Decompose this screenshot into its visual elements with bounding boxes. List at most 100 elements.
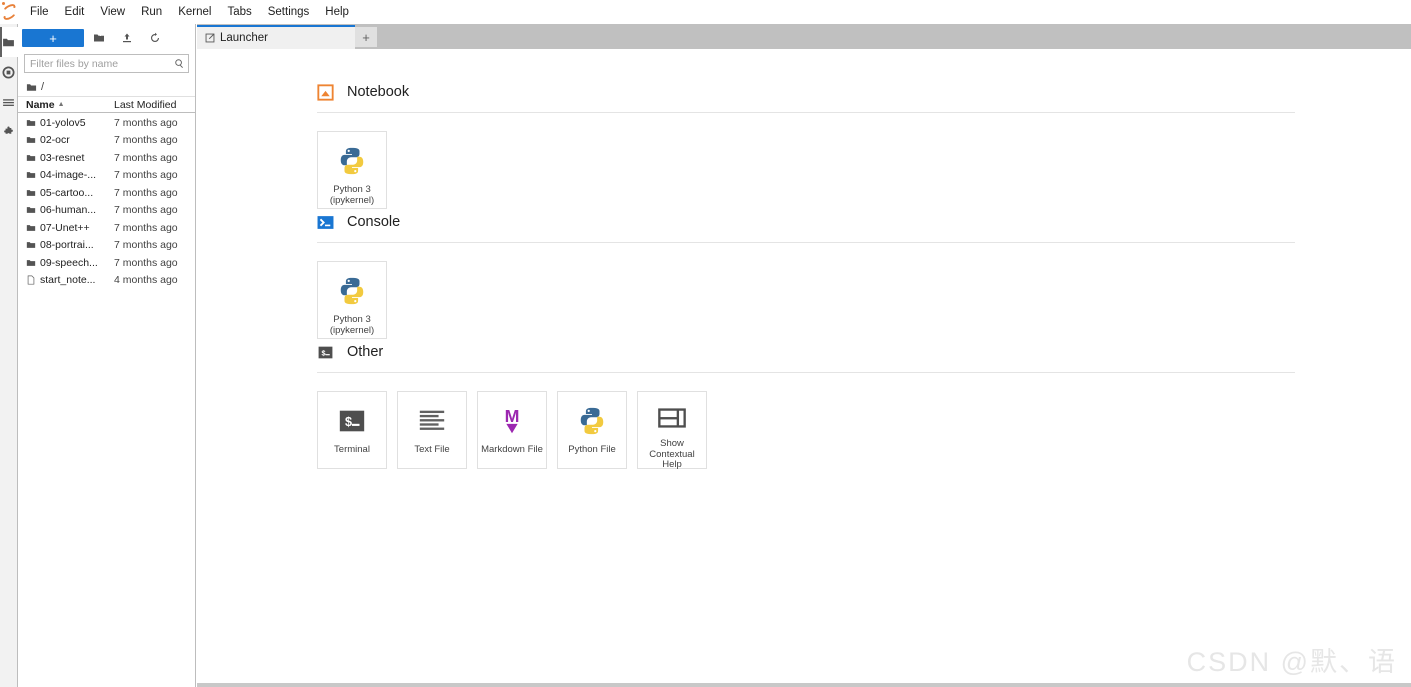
console-icon-wrapper bbox=[317, 214, 334, 231]
upload-icon bbox=[123, 33, 131, 43]
tab-bar: Launcher + bbox=[197, 24, 1411, 49]
svg-text:$: $ bbox=[345, 415, 352, 429]
section-header: $ Other bbox=[197, 339, 1411, 365]
main-area: Launcher + Notebook Python 3 (ipykernel) Co… bbox=[197, 24, 1411, 687]
launcher-section: $ Other $ Terminal Text File M Markdown File Py… bbox=[197, 339, 1411, 470]
new-tab-button[interactable]: + bbox=[355, 27, 377, 47]
file-browser-panel: + Filter files by name / Name ▲ Last Mod… bbox=[18, 24, 196, 687]
menu-run[interactable]: Run bbox=[133, 0, 170, 24]
refresh-button[interactable] bbox=[142, 28, 168, 48]
folder-icon bbox=[26, 170, 40, 180]
file-name: 04-image-... bbox=[40, 169, 97, 182]
python-icon bbox=[580, 407, 604, 435]
card-row: Python 3 (ipykernel) bbox=[197, 113, 1411, 209]
menu-tabs[interactable]: Tabs bbox=[219, 0, 259, 24]
new-folder-button[interactable] bbox=[86, 28, 112, 48]
card-icon bbox=[337, 273, 367, 309]
markdown-icon: M bbox=[505, 406, 519, 434]
new-launcher-button[interactable]: + bbox=[22, 29, 84, 47]
file-last-modified: 7 months ago bbox=[114, 221, 178, 234]
file-name: 07-Unet++ bbox=[40, 221, 90, 234]
launcher-card[interactable]: Python 3 (ipykernel) bbox=[317, 261, 387, 339]
folder-icon bbox=[26, 188, 40, 198]
file-name: 05-cartoo... bbox=[40, 186, 94, 199]
menu-edit[interactable]: Edit bbox=[57, 0, 93, 24]
sidebar-item-command-palette[interactable] bbox=[0, 87, 18, 117]
section-title: Notebook bbox=[347, 84, 410, 100]
file-last-modified: 7 months ago bbox=[114, 151, 178, 164]
file-last-modified: 7 months ago bbox=[114, 204, 178, 217]
launcher-card[interactable]: Python File bbox=[557, 391, 627, 469]
tab-launcher[interactable]: Launcher bbox=[197, 25, 355, 49]
menu-settings[interactable]: Settings bbox=[260, 0, 318, 24]
file-list-item[interactable]: 02-ocr 7 months ago bbox=[18, 132, 195, 150]
list-icon bbox=[3, 98, 14, 106]
column-header-last-modified[interactable]: Last Modified bbox=[108, 99, 191, 111]
folder-icon bbox=[26, 83, 37, 91]
file-icon bbox=[26, 275, 40, 285]
menu-help[interactable]: Help bbox=[317, 0, 357, 24]
notebook-icon bbox=[317, 83, 334, 101]
terminal-icon: $ bbox=[318, 346, 333, 358]
file-name: 01-yolov5 bbox=[40, 116, 86, 129]
section-title: Other bbox=[347, 344, 384, 360]
puzzle-icon bbox=[4, 126, 13, 134]
section-header: Console bbox=[197, 209, 1411, 235]
launcher-sections: Notebook Python 3 (ipykernel) Console Python… bbox=[197, 79, 1411, 470]
notebook-icon-wrapper bbox=[317, 83, 334, 101]
filter-files-box[interactable] bbox=[24, 54, 189, 73]
terminal-icon-wrapper: $ bbox=[317, 344, 334, 361]
breadcrumb[interactable]: / bbox=[18, 78, 195, 96]
sidebar-item-extension-manager[interactable] bbox=[0, 117, 18, 147]
file-list-item[interactable]: 09-speech... 7 months ago bbox=[18, 254, 195, 272]
folder-icon bbox=[26, 205, 40, 215]
python-icon bbox=[340, 277, 364, 305]
file-last-modified: 7 months ago bbox=[114, 134, 178, 147]
upload-button[interactable] bbox=[114, 28, 140, 48]
sidebar-item-file-browser[interactable] bbox=[0, 27, 18, 57]
file-list-item[interactable]: 06-human... 7 months ago bbox=[18, 202, 195, 220]
stop-circle-icon bbox=[2, 65, 15, 79]
folder-icon bbox=[26, 153, 40, 163]
card-icon bbox=[417, 403, 447, 439]
launcher-card[interactable]: Python 3 (ipykernel) bbox=[317, 131, 387, 209]
file-list-item[interactable]: 01-yolov5 7 months ago bbox=[18, 114, 195, 132]
menu-kernel[interactable]: Kernel bbox=[170, 0, 219, 24]
bottom-status-bar bbox=[197, 683, 1411, 687]
file-list-item[interactable]: 07-Unet++ 7 months ago bbox=[18, 219, 195, 237]
file-list-item[interactable]: 08-portrai... 7 months ago bbox=[18, 237, 195, 255]
file-last-modified: 7 months ago bbox=[114, 186, 178, 199]
menu-view[interactable]: View bbox=[92, 0, 133, 24]
launcher-card[interactable]: M Markdown File bbox=[477, 391, 547, 469]
card-label: Terminal bbox=[334, 444, 370, 455]
file-list-item[interactable]: 04-image-... 7 months ago bbox=[18, 167, 195, 185]
card-row: $ Terminal Text File M Markdown File Python F… bbox=[197, 373, 1411, 470]
card-label: Markdown File bbox=[481, 444, 543, 455]
file-list-item[interactable]: start_note... 4 months ago bbox=[18, 272, 195, 290]
breadcrumb-path: / bbox=[41, 81, 45, 93]
card-icon bbox=[657, 403, 687, 433]
tab-label: Launcher bbox=[220, 32, 268, 44]
file-last-modified: 7 months ago bbox=[114, 169, 178, 182]
file-last-modified: 7 months ago bbox=[114, 116, 178, 129]
file-list-header: Name ▲ Last Modified bbox=[18, 96, 195, 113]
file-browser-toolbar: + bbox=[18, 24, 195, 50]
file-list-item[interactable]: 03-resnet 7 months ago bbox=[18, 149, 195, 167]
file-last-modified: 4 months ago bbox=[114, 274, 178, 287]
sidebar-item-running[interactable] bbox=[0, 57, 18, 87]
card-row: Python 3 (ipykernel) bbox=[197, 243, 1411, 339]
file-list-item[interactable]: 05-cartoo... 7 months ago bbox=[18, 184, 195, 202]
file-last-modified: 7 months ago bbox=[114, 239, 178, 252]
svg-text:$: $ bbox=[322, 349, 326, 357]
python-icon bbox=[340, 147, 364, 175]
launcher-card[interactable]: $ Terminal bbox=[317, 391, 387, 469]
terminal-icon: $ bbox=[339, 410, 365, 432]
launcher-card[interactable]: Text File bbox=[397, 391, 467, 469]
search-input[interactable] bbox=[25, 57, 170, 70]
card-label: Text File bbox=[414, 444, 450, 455]
column-header-name[interactable]: Name ▲ bbox=[26, 99, 108, 111]
folder-icon bbox=[26, 118, 40, 128]
launcher-card[interactable]: Show Contextual Help bbox=[637, 391, 707, 470]
card-icon: $ bbox=[337, 403, 367, 439]
menu-file[interactable]: File bbox=[22, 0, 57, 24]
